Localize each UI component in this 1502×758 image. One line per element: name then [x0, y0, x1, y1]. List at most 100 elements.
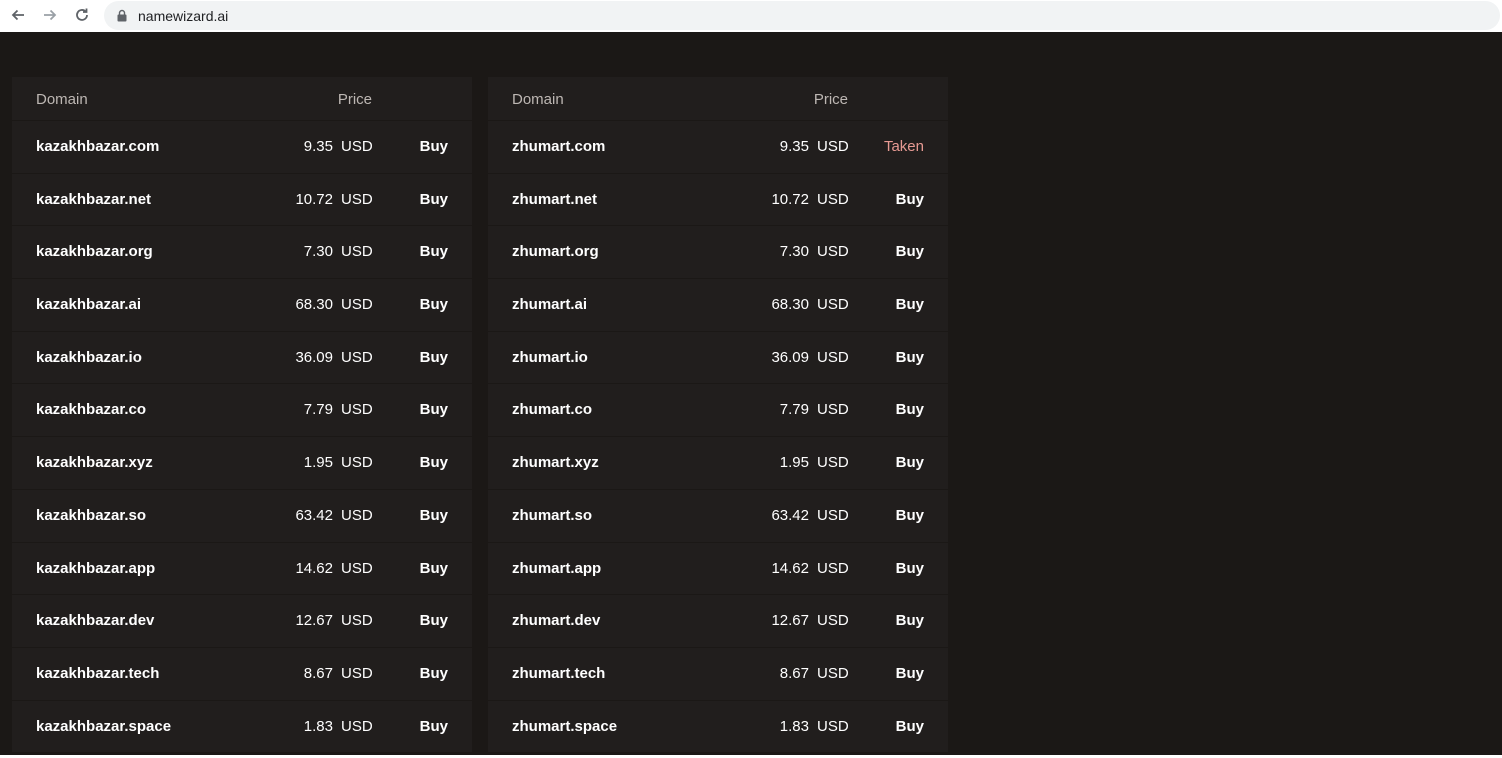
- price-value: 7.79: [303, 401, 333, 419]
- buy-button[interactable]: Buy: [896, 243, 924, 260]
- table-row: kazakhbazar.co 7.79 USD Buy: [12, 384, 472, 438]
- page-content: Domain Price kazakhbazar.com 9.35 USD Buy ka…: [0, 33, 1502, 755]
- buy-button[interactable]: Buy: [896, 612, 924, 629]
- domain-name: kazakhbazar.net: [36, 190, 152, 208]
- address-bar[interactable]: namewizard.ai: [104, 1, 1500, 30]
- price-value: 8.67: [303, 664, 333, 682]
- buy-button[interactable]: Buy: [896, 507, 924, 524]
- price-value: 9.35: [779, 138, 809, 155]
- currency-label: USD: [341, 717, 373, 735]
- buy-button[interactable]: Buy: [896, 665, 924, 682]
- currency-label: USD: [817, 612, 849, 630]
- domain-name: zhumart.net: [512, 190, 598, 208]
- domain-name: kazakhbazar.com: [36, 138, 160, 155]
- domain-name: zhumart.org: [512, 243, 599, 261]
- table-row: zhumart.so 63.42 USD Buy: [488, 490, 948, 543]
- table-row: kazakhbazar.dev 12.67 USD Buy: [12, 595, 472, 648]
- domain-name: kazakhbazar.org: [36, 243, 153, 261]
- price-value: 14.62: [771, 559, 809, 577]
- domain-name: zhumart.dev: [512, 612, 601, 630]
- table-row: zhumart.dev 12.67 USD Buy: [488, 595, 948, 648]
- currency-label: USD: [341, 401, 373, 419]
- lock-icon: [117, 9, 127, 22]
- table-row: kazakhbazar.org 7.30 USD Buy: [12, 226, 472, 280]
- back-arrow-icon[interactable]: [6, 3, 30, 27]
- currency-label: USD: [817, 138, 849, 155]
- forward-arrow-icon[interactable]: [38, 3, 62, 27]
- buy-button[interactable]: Buy: [896, 718, 924, 735]
- domain-name: zhumart.so: [512, 506, 593, 524]
- table-row: zhumart.co 7.79 USD Buy: [488, 384, 948, 438]
- price-value: 10.72: [295, 190, 333, 208]
- buy-button[interactable]: Buy: [420, 191, 448, 208]
- domain-name: kazakhbazar.app: [36, 559, 156, 577]
- table-row: kazakhbazar.net 10.72 USD Buy: [12, 174, 472, 227]
- currency-label: USD: [341, 559, 373, 577]
- buy-button[interactable]: Buy: [896, 191, 924, 208]
- table-row: zhumart.org 7.30 USD Buy: [488, 226, 948, 280]
- reload-icon[interactable]: [70, 3, 94, 27]
- buy-button[interactable]: Buy: [420, 296, 448, 313]
- table-header: Domain Price: [12, 77, 472, 121]
- currency-label: USD: [341, 348, 373, 366]
- price-value: 12.67: [295, 612, 333, 630]
- domain-name: kazakhbazar.space: [36, 717, 172, 735]
- browser-toolbar: namewizard.ai: [0, 0, 1502, 32]
- domain-name: zhumart.com: [512, 138, 606, 155]
- currency-label: USD: [817, 190, 849, 208]
- buy-button[interactable]: Buy: [420, 718, 448, 735]
- buy-button[interactable]: Buy: [420, 401, 448, 418]
- buy-button[interactable]: Buy: [896, 454, 924, 471]
- taken-label: Taken: [883, 138, 924, 155]
- currency-label: USD: [817, 296, 849, 314]
- currency-label: USD: [817, 348, 849, 366]
- currency-label: USD: [341, 243, 373, 261]
- domain-name: zhumart.io: [512, 348, 588, 366]
- table-row: zhumart.tech 8.67 USD Buy: [488, 648, 948, 701]
- buy-button[interactable]: Buy: [420, 349, 448, 366]
- currency-label: USD: [341, 664, 373, 682]
- domain-column-header: Domain: [36, 91, 88, 108]
- table-row: zhumart.space 1.83 USD Buy: [488, 701, 948, 754]
- price-value: 14.62: [295, 559, 333, 577]
- buy-button[interactable]: Buy: [420, 138, 448, 155]
- price-value: 12.67: [771, 612, 809, 630]
- domain-table-left: Domain Price kazakhbazar.com 9.35 USD Buy ka…: [12, 77, 472, 754]
- buy-button[interactable]: Buy: [420, 560, 448, 577]
- currency-label: USD: [817, 401, 849, 419]
- buy-button[interactable]: Buy: [420, 612, 448, 629]
- price-value: 36.09: [771, 348, 809, 366]
- buy-button[interactable]: Buy: [420, 243, 448, 260]
- url-text[interactable]: namewizard.ai: [138, 8, 228, 24]
- price-value: 36.09: [295, 348, 333, 366]
- price-value: 7.30: [779, 243, 809, 261]
- currency-label: USD: [817, 506, 849, 524]
- domain-name: zhumart.ai: [512, 296, 588, 314]
- buy-button[interactable]: Buy: [420, 507, 448, 524]
- price-value: 63.42: [771, 506, 809, 524]
- buy-button[interactable]: Buy: [896, 349, 924, 366]
- buy-button[interactable]: Buy: [896, 296, 924, 313]
- price-value: 8.67: [779, 664, 809, 682]
- table-row: zhumart.ai 68.30 USD Buy: [488, 279, 948, 332]
- domain-name: zhumart.tech: [512, 664, 606, 682]
- domain-name: zhumart.co: [512, 401, 593, 419]
- buy-button[interactable]: Buy: [420, 665, 448, 682]
- price-value: 1.95: [303, 454, 333, 472]
- table-row: kazakhbazar.so 63.42 USD Buy: [12, 490, 472, 543]
- domain-name: kazakhbazar.io: [36, 348, 142, 366]
- currency-label: USD: [341, 296, 373, 314]
- table-row: kazakhbazar.io 36.09 USD Buy: [12, 332, 472, 385]
- buy-button[interactable]: Buy: [896, 401, 924, 418]
- price-value: 1.83: [779, 717, 809, 735]
- domain-name: kazakhbazar.tech: [36, 664, 160, 682]
- price-value: 1.83: [303, 717, 333, 735]
- price-value: 68.30: [771, 296, 809, 314]
- buy-button[interactable]: Buy: [896, 560, 924, 577]
- domain-name: kazakhbazar.so: [36, 506, 147, 524]
- domain-name: zhumart.xyz: [512, 454, 599, 472]
- price-column-header: Price: [813, 91, 848, 108]
- buy-button[interactable]: Buy: [420, 454, 448, 471]
- currency-label: USD: [817, 559, 849, 577]
- table-row: zhumart.com 9.35 USD Taken: [488, 121, 948, 174]
